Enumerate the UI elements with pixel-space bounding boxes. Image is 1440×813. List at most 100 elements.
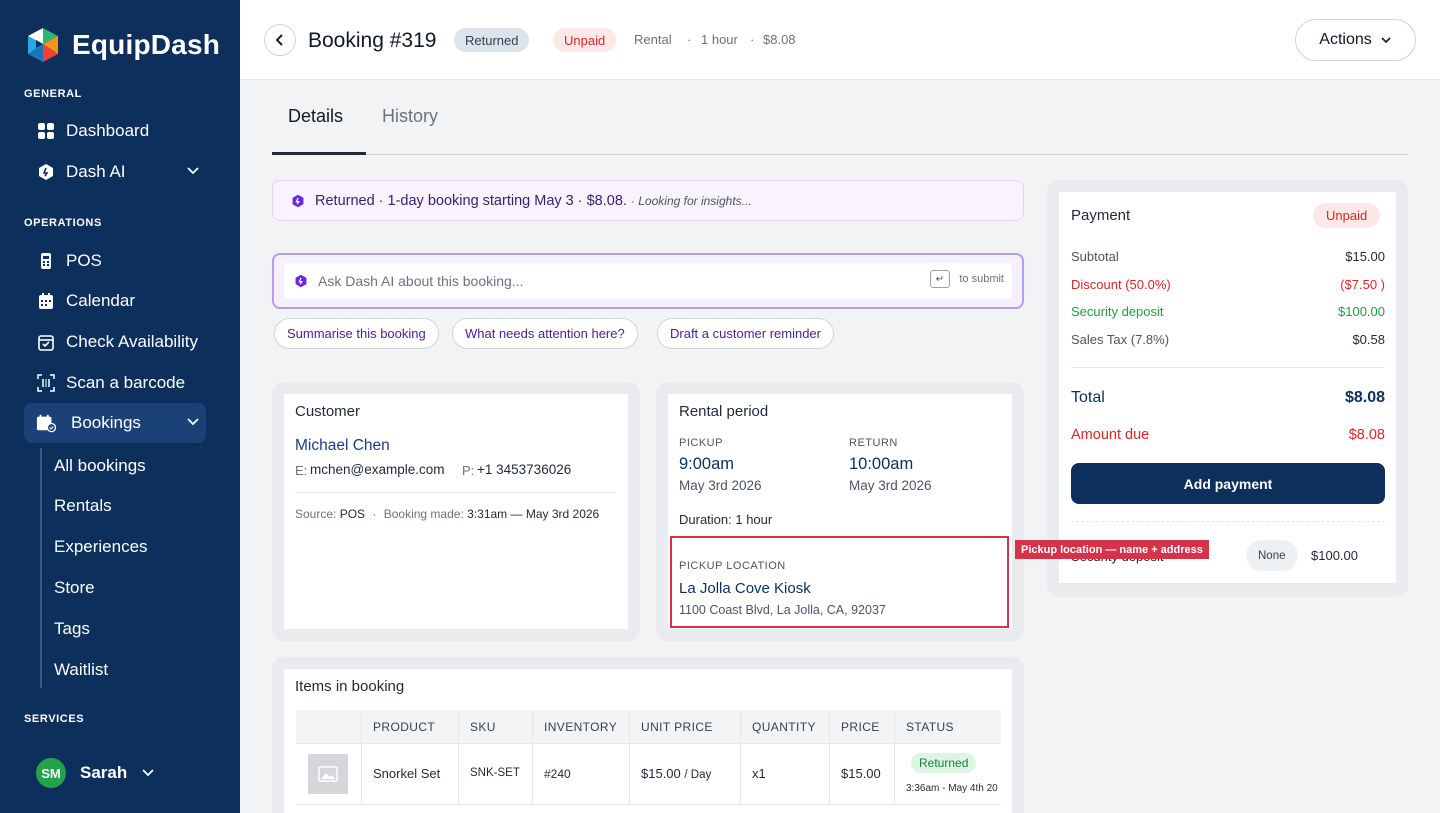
enter-key-icon: ↵ (930, 270, 950, 288)
user-name: Sarah (80, 763, 128, 782)
amount-due-value: $8.08 (1348, 427, 1385, 443)
rental-duration: Duration: 1 hour (679, 512, 773, 527)
sidebar-item-check-availability[interactable]: Check Availability (24, 322, 206, 362)
suggestion-chip-summarise[interactable]: Summarise this booking (274, 318, 439, 349)
sidebar-subitem-all-bookings[interactable]: All bookings (54, 456, 146, 476)
column-unit-price: UNIT PRICE (641, 720, 713, 734)
chevron-down-icon (187, 418, 199, 426)
sidebar-item-label: Dashboard (66, 121, 150, 140)
pickup-date: May 3rd 2026 (679, 478, 762, 493)
sidebar-item-scan-barcode[interactable]: Scan a barcode (24, 363, 206, 403)
ai-insight-banner: Returned · 1-day booking starting May 3 … (272, 180, 1024, 221)
product-name[interactable]: Snorkel Set (373, 766, 440, 781)
deposit-row-value: $100.00 (1338, 304, 1385, 319)
sidebar: EquipDash GENERAL Dashboard Dash AI OPER… (0, 0, 240, 813)
sidebar-item-label: Scan a barcode (66, 373, 186, 392)
user-menu[interactable]: SM Sarah (36, 758, 155, 788)
phone-label: P: (462, 463, 475, 478)
booking-type: Rental (634, 32, 672, 47)
actions-label: Actions (1319, 31, 1372, 48)
sidebar-item-bookings[interactable]: Bookings (24, 403, 206, 443)
sidebar-item-label: Bookings (71, 413, 141, 432)
image-placeholder-icon (318, 766, 338, 782)
chevron-down-icon (187, 167, 199, 175)
booking-amount: $8.08 (763, 32, 796, 47)
sidebar-item-calendar[interactable]: Calendar (24, 281, 206, 321)
subtotal-value: $15.00 (1345, 249, 1385, 264)
equipdash-logo-icon (28, 28, 58, 62)
column-sku: SKU (470, 720, 496, 734)
payment-row-subtotal: Subtotal $15.00 (1071, 249, 1385, 264)
section-services: SERVICES (24, 713, 85, 725)
sidebar-subitem-rentals[interactable]: Rentals (54, 496, 112, 516)
row-divider (296, 804, 1001, 805)
annotation-tag: Pickup location — name + address (1015, 540, 1209, 559)
app-logo[interactable]: EquipDash (24, 26, 220, 64)
sidebar-item-label: Dash AI (66, 162, 126, 181)
customer-phone[interactable]: +1 3453736026 (477, 462, 571, 477)
column-divider (629, 710, 630, 805)
tax-label: Sales Tax (7.8%) (1071, 332, 1170, 347)
sidebar-subitem-waitlist[interactable]: Waitlist (54, 660, 108, 680)
unit-price: $15.00 (641, 766, 681, 781)
sidebar-subitem-store[interactable]: Store (54, 578, 95, 598)
payment-row-total: Total $8.08 (1071, 389, 1385, 407)
column-product: PRODUCT (373, 720, 436, 734)
payment-status-badge: Unpaid (553, 28, 617, 52)
rental-period-title: Rental period (679, 403, 769, 420)
sidebar-item-pos[interactable]: POS (24, 241, 206, 281)
booking-made: 3:31am — May 3rd 2026 (467, 507, 600, 521)
suggestion-chip-attention[interactable]: What needs attention here? (452, 318, 638, 349)
unit-price-suffix: / Day (684, 769, 712, 781)
discount-value: ($7.50 ) (1340, 277, 1385, 292)
payment-row-due: Amount due $8.08 (1071, 427, 1385, 443)
tabs-divider (272, 154, 1408, 155)
customer-name[interactable]: Michael Chen (295, 437, 390, 455)
inventory-id[interactable]: #240 (544, 767, 571, 781)
return-time: 10:00am (849, 455, 914, 473)
column-divider (532, 710, 533, 805)
payment-row-discount: Discount (50.0%) ($7.50 ) (1071, 277, 1385, 292)
tab-details[interactable]: Details (288, 106, 343, 127)
sidebar-item-dash-ai[interactable]: Dash AI (24, 152, 206, 192)
column-status: STATUS (906, 720, 954, 734)
return-date: May 3rd 2026 (849, 478, 932, 493)
page-title: Booking #319 (308, 29, 437, 52)
sidebar-subitem-experiences[interactable]: Experiences (54, 537, 148, 557)
product-thumbnail[interactable] (308, 754, 348, 794)
tab-history[interactable]: History (382, 106, 438, 127)
sidebar-item-dashboard[interactable]: Dashboard (24, 111, 206, 151)
quantity: x1 (752, 766, 766, 781)
column-divider (740, 710, 741, 805)
price: $15.00 (841, 766, 881, 781)
insight-loading: · Looking for insights... (630, 193, 752, 208)
actions-button[interactable]: Actions (1295, 19, 1416, 61)
sidebar-subitem-tags[interactable]: Tags (54, 619, 90, 639)
add-payment-button[interactable]: Add payment (1071, 463, 1385, 504)
booking-source-line: Source: POS · Booking made: 3:31am — May… (295, 507, 599, 521)
grid-icon (36, 121, 56, 141)
deposit-status-pill[interactable]: None (1246, 540, 1298, 571)
column-divider (829, 710, 830, 805)
total-value: $8.08 (1344, 389, 1385, 406)
customer-email[interactable]: mchen@example.com (310, 462, 445, 477)
app-name: EquipDash (72, 29, 221, 60)
back-button[interactable] (264, 24, 296, 56)
payment-row-deposit: Security deposit $100.00 (1071, 304, 1385, 319)
section-operations: OPERATIONS (24, 217, 102, 229)
column-price: PRICE (841, 720, 880, 734)
meta-separator: · (687, 32, 692, 47)
suggestion-chip-reminder[interactable]: Draft a customer reminder (657, 318, 834, 349)
ask-ai-input[interactable] (318, 273, 898, 289)
pos-terminal-icon (36, 251, 56, 271)
security-deposit-amount: $100.00 (1311, 548, 1358, 563)
active-tab-indicator (272, 152, 366, 155)
payment-status-badge: Unpaid (1313, 203, 1381, 228)
items-title: Items in booking (295, 678, 405, 695)
ask-ai-box: ↵ to submit (272, 253, 1024, 309)
deposit-row-label: Security deposit (1071, 304, 1164, 319)
sidebar-item-label: POS (66, 251, 102, 270)
submit-hint: to submit (959, 273, 1004, 285)
product-sku: SNK-SET (470, 767, 520, 779)
unit-price-cell: $15.00 / Day (641, 766, 711, 781)
